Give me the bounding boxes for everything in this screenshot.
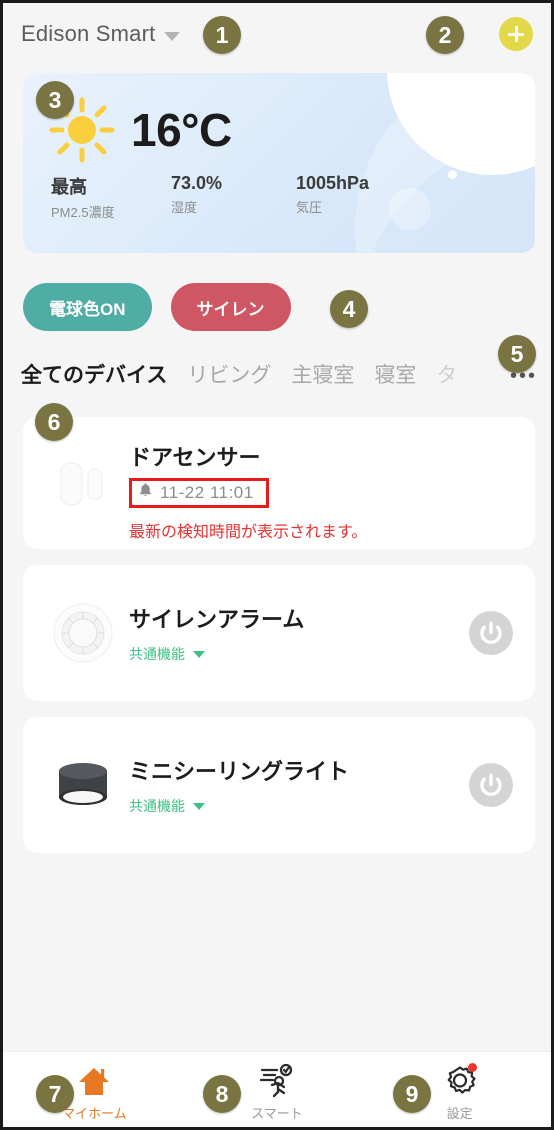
door-sensor-icon — [45, 445, 121, 521]
bottom-navigation: マイホーム スマート 設定 — [3, 1051, 551, 1127]
annotation-badge-7: 7 — [36, 1075, 74, 1113]
annotation-badge-2: 2 — [426, 16, 464, 54]
tab-partial[interactable]: タ — [436, 359, 454, 389]
ceiling-light-icon — [45, 747, 121, 823]
device-card-siren-alarm[interactable]: サイレンアラーム 共通機能 — [23, 565, 535, 701]
annotation-badge-3: 3 — [36, 81, 74, 119]
smart-automation-icon — [258, 1062, 296, 1098]
weather-stat-pressure: 1005hPa 気圧 — [296, 173, 369, 221]
annotation-badge-4: 4 — [330, 290, 368, 328]
notification-dot — [467, 1062, 477, 1072]
scene-shortcuts: 電球色ON サイレン — [23, 283, 291, 331]
annotation-note: 最新の検知時間が表示されます。 — [129, 524, 368, 541]
device-name: ミニシーリングライト — [129, 759, 350, 784]
weather-stat-value: 1005hPa — [296, 173, 370, 193]
device-card-door-sensor[interactable]: ドアセンサー 11-22 11:01 最新の検知時間が表示されます。 — [23, 417, 535, 549]
device-function-selector[interactable]: 共通機能 — [129, 644, 469, 664]
scene-button-light-on[interactable]: 電球色ON — [23, 283, 152, 331]
device-function-selector[interactable]: 共通機能 — [129, 796, 469, 816]
annotation-badge-5: 5 — [498, 335, 536, 373]
power-icon — [480, 621, 502, 644]
room-tab-bar: 全てのデバイス リビング 主寝室 寝室 タ ••• — [21, 359, 537, 389]
bell-icon — [138, 482, 153, 503]
tab-bedroom[interactable]: 寝室 — [374, 359, 416, 389]
weather-stat-label: 気圧 — [296, 200, 323, 215]
weather-stat-value: 最高 — [51, 177, 87, 197]
power-icon — [480, 773, 502, 796]
temperature-value: 16°C — [131, 104, 232, 156]
annotation-badge-1: 1 — [203, 16, 241, 54]
chevron-down-icon — [193, 802, 205, 810]
nav-item-my-home[interactable]: マイホーム — [3, 1052, 186, 1127]
gear-icon — [442, 1062, 478, 1098]
tab-master-bedroom[interactable]: 主寝室 — [291, 359, 354, 389]
last-detection-time: 11-22 11:01 — [160, 482, 254, 502]
nav-label: マイホーム — [62, 1105, 127, 1121]
home-name-label: Edison Smart — [21, 21, 156, 46]
weather-stat-label: PM2.5濃度 — [51, 205, 115, 220]
app-header: Edison Smart — [3, 3, 551, 65]
nav-label: スマート — [251, 1105, 303, 1121]
annotation-badge-9: 9 — [393, 1075, 431, 1113]
power-toggle-button[interactable] — [469, 611, 513, 655]
power-toggle-button[interactable] — [469, 763, 513, 807]
device-name: サイレンアラーム — [129, 607, 305, 632]
weather-stat-value: 73.0% — [171, 173, 223, 193]
device-name: ドアセンサー — [129, 445, 261, 470]
weather-stat-pm25: 最高 PM2.5濃度 — [51, 173, 171, 221]
device-sub-label: 共通機能 — [129, 646, 185, 662]
phone-screen: Edison Smart 16°C 最高 PM2.5濃度 73.0% 湿度 10… — [0, 0, 554, 1130]
device-card-ceiling-light[interactable]: ミニシーリングライト 共通機能 — [23, 717, 535, 853]
tab-all-devices[interactable]: 全てのデバイス — [21, 359, 167, 389]
weather-stat-humidity: 73.0% 湿度 — [171, 173, 296, 221]
annotation-badge-8: 8 — [203, 1075, 241, 1113]
tab-living-room[interactable]: リビング — [187, 359, 271, 389]
chevron-down-icon — [164, 31, 181, 41]
annotation-badge-6: 6 — [35, 403, 73, 441]
add-device-button[interactable] — [499, 17, 533, 51]
weather-stats: 最高 PM2.5濃度 73.0% 湿度 1005hPa 気圧 — [51, 173, 535, 221]
weather-card[interactable]: 16°C 最高 PM2.5濃度 73.0% 湿度 1005hPa 気圧 — [23, 73, 535, 253]
weather-stat-label: 湿度 — [171, 200, 198, 215]
last-detection-highlight: 11-22 11:01 — [129, 478, 269, 508]
nav-label: 設定 — [446, 1105, 473, 1121]
home-selector[interactable]: Edison Smart — [21, 21, 181, 47]
device-sub-label: 共通機能 — [129, 798, 185, 814]
home-icon — [76, 1062, 112, 1098]
siren-alarm-icon — [45, 595, 121, 671]
chevron-down-icon — [193, 650, 205, 658]
scene-button-siren[interactable]: サイレン — [170, 283, 291, 331]
